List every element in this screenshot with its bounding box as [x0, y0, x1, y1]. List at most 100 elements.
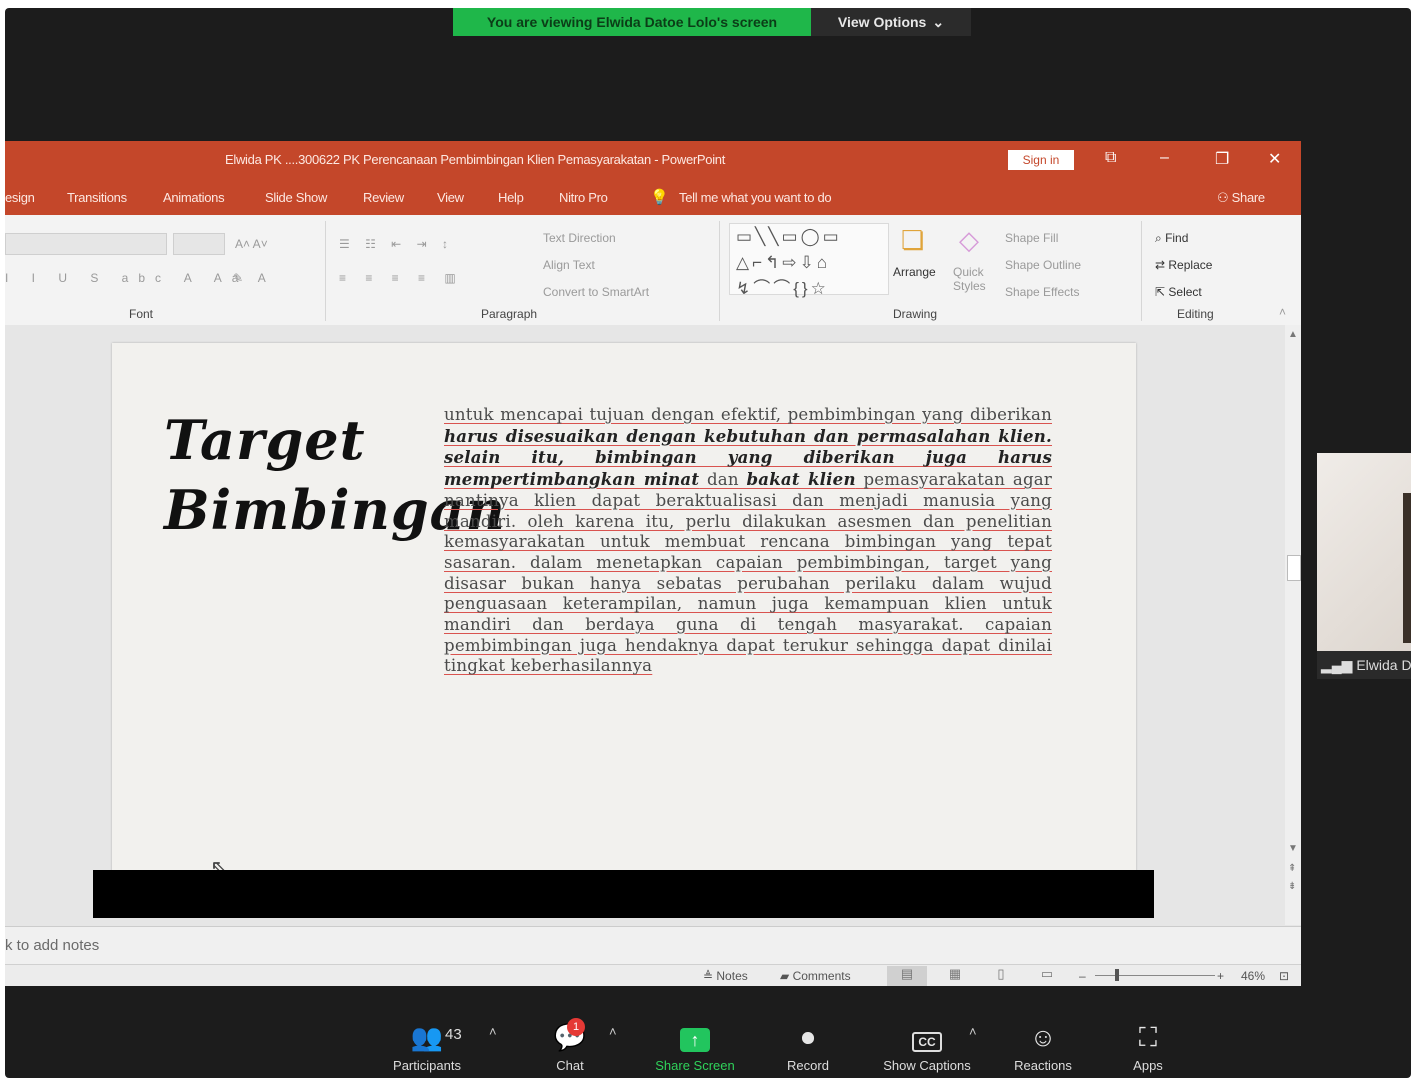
- sign-in-button[interactable]: Sign in: [1008, 150, 1074, 170]
- tell-me-search[interactable]: Tell me what you want to do: [679, 190, 832, 205]
- body-text-segment: dan: [699, 470, 747, 490]
- bullets-icon[interactable]: ☰ ☷ ⇤ ⇥ ↕: [339, 237, 454, 251]
- align-text-button[interactable]: Align Text: [543, 258, 595, 272]
- slide-title[interactable]: Target Bimbingan: [164, 405, 506, 545]
- ribbon-display-icon[interactable]: ⧉: [1105, 149, 1116, 167]
- chat-caret-icon[interactable]: ˄: [609, 1024, 617, 1039]
- zoom-window: You are viewing Elwida Datoe Lolo's scre…: [5, 8, 1411, 1078]
- slide-body-text[interactable]: untuk mencapai tujuan dengan efektif, pe…: [444, 405, 1052, 677]
- zoom-meeting-toolbar: 👥 43 Participants ˄ 💬 1 Chat ˄ ↑ Share S…: [5, 1016, 1411, 1078]
- zoom-level[interactable]: 46%: [1241, 969, 1265, 983]
- reactions-label: Reactions: [1014, 1058, 1072, 1073]
- reading-view-icon[interactable]: ▯: [981, 966, 1021, 986]
- share-label: Share: [1231, 190, 1266, 205]
- quick-styles-button[interactable]: Quick Styles: [953, 265, 993, 293]
- participant-video-thumbnail[interactable]: ▂▄▆ Elwida D: [1317, 453, 1411, 679]
- captions-icon: CC: [871, 1022, 983, 1054]
- tab-help[interactable]: Help: [498, 190, 524, 205]
- comments-button[interactable]: ▰ Comments: [780, 969, 851, 983]
- lightbulb-icon: 💡: [650, 189, 669, 206]
- title-bar: Elwida PK ....300622 PK Perencanaan Pemb…: [5, 141, 1301, 179]
- view-options-button[interactable]: View Options ⌄: [811, 8, 971, 36]
- scroll-down-icon[interactable]: ▼: [1288, 843, 1298, 854]
- record-button[interactable]: ⏺ Record: [773, 1022, 843, 1073]
- apps-label: Apps: [1133, 1058, 1163, 1073]
- font-color-icon[interactable]: ✎ A: [233, 271, 272, 285]
- shape-effects-button[interactable]: Shape Effects: [1005, 285, 1080, 299]
- slide-canvas[interactable]: Target Bimbingan untuk mencapai tujuan d…: [112, 343, 1136, 877]
- powerpoint-window: Elwida PK ....300622 PK Perencanaan Pemb…: [5, 141, 1301, 986]
- show-captions-button[interactable]: CC Show Captions: [871, 1022, 983, 1073]
- apps-icon: ⛶: [1138, 1022, 1158, 1052]
- collapse-ribbon-icon[interactable]: ˄: [1279, 305, 1286, 319]
- fit-to-window-icon[interactable]: ⊡: [1279, 969, 1289, 983]
- ribbon-separator: [1141, 221, 1142, 321]
- chat-button[interactable]: 💬 1 Chat: [541, 1018, 599, 1073]
- slide-title-line-2: Bimbingan: [164, 478, 506, 542]
- shape-fill-button[interactable]: Shape Fill: [1005, 231, 1058, 245]
- slideshow-view-icon[interactable]: ▭: [1027, 966, 1067, 986]
- zoom-out-icon[interactable]: –: [1079, 969, 1086, 983]
- tab-transitions[interactable]: Transitions: [67, 190, 127, 205]
- slide-workspace: Target Bimbingan untuk mencapai tujuan d…: [5, 325, 1285, 887]
- black-bar: [93, 870, 1154, 918]
- quick-styles-icon: ◇: [959, 225, 979, 255]
- tab-review[interactable]: Review: [363, 190, 404, 205]
- screen-share-banner: You are viewing Elwida Datoe Lolo's scre…: [453, 8, 811, 36]
- show-captions-label: Show Captions: [883, 1058, 971, 1073]
- tab-animations[interactable]: Animations: [163, 190, 225, 205]
- align-icons[interactable]: ≡ ≡ ≡ ≡ ▥: [339, 271, 464, 285]
- notes-button[interactable]: ≜ Notes: [703, 969, 748, 983]
- replace-label: Replace: [1168, 258, 1213, 272]
- window-title: Elwida PK ....300622 PK Perencanaan Pemb…: [225, 152, 726, 167]
- zoom-slider[interactable]: [1095, 975, 1215, 976]
- replace-button[interactable]: ⇄ Replace: [1155, 258, 1212, 272]
- apps-button[interactable]: ⛶ Apps: [1123, 1022, 1173, 1073]
- signal-icon: ▂▄▆: [1321, 657, 1357, 673]
- ribbon: A˄ A˅ I I U S abc A Aa ✎ A Font ☰ ☷ ⇤ ⇥ …: [5, 215, 1301, 326]
- find-button[interactable]: ⌕ Find: [1155, 231, 1188, 246]
- participants-icon: 👥: [410, 1022, 444, 1052]
- tab-nitro-pro[interactable]: Nitro Pro: [559, 190, 608, 205]
- font-name-box[interactable]: [5, 233, 167, 255]
- chat-label: Chat: [556, 1058, 584, 1073]
- select-button[interactable]: ⇱ Select: [1155, 285, 1202, 299]
- reactions-button[interactable]: ☺ Reactions: [1005, 1022, 1081, 1073]
- select-label: Select: [1168, 285, 1202, 299]
- scrollbar-thumb[interactable]: [1287, 555, 1301, 581]
- notes-pane[interactable]: k to add notes: [5, 926, 1301, 965]
- scroll-up-icon[interactable]: ▲: [1288, 329, 1298, 340]
- font-size-box[interactable]: [173, 233, 225, 255]
- next-slide-icon[interactable]: ⇟: [1288, 881, 1296, 892]
- arrange-button[interactable]: Arrange: [893, 265, 936, 279]
- vertical-scrollbar[interactable]: ▲ ▼ ⇞ ⇟: [1285, 325, 1301, 925]
- participants-button[interactable]: 👥 43 Participants: [377, 1022, 477, 1073]
- font-grow-icon[interactable]: A˄ A˅: [235, 237, 268, 251]
- participants-caret-icon[interactable]: ˄: [489, 1024, 497, 1039]
- text-direction-button[interactable]: Text Direction: [543, 231, 616, 245]
- shapes-gallery[interactable]: ▭╲╲▭◯▭ △⌐↰⇨⇩⌂ ↯⌒⌒{}☆: [729, 223, 889, 298]
- minimize-icon[interactable]: –: [1160, 149, 1169, 167]
- tab-view[interactable]: View: [437, 190, 464, 205]
- participants-label: Participants: [393, 1058, 461, 1073]
- video-feed: [1317, 453, 1411, 651]
- zoom-slider-knob[interactable]: [1115, 969, 1119, 981]
- shape-outline-button[interactable]: Shape Outline: [1005, 258, 1081, 272]
- convert-smartart-button[interactable]: Convert to SmartArt: [543, 285, 649, 299]
- normal-view-icon[interactable]: ▤: [887, 966, 927, 986]
- notes-label: Notes: [716, 969, 748, 983]
- share-screen-button[interactable]: ↑ Share Screen: [635, 1022, 755, 1073]
- zoom-in-icon[interactable]: +: [1217, 969, 1224, 983]
- ribbon-separator: [719, 221, 720, 321]
- prev-slide-icon[interactable]: ⇞: [1288, 863, 1296, 874]
- share-button[interactable]: ⚇ Share: [1217, 190, 1265, 206]
- font-format-icons[interactable]: I I U S abc A Aa: [5, 271, 248, 285]
- pointer-icon: ⇱: [1155, 285, 1169, 299]
- slide-sorter-icon[interactable]: ▦: [935, 966, 975, 986]
- close-icon[interactable]: ✕: [1268, 149, 1281, 169]
- tab-design[interactable]: esign: [5, 190, 35, 205]
- captions-caret-icon[interactable]: ˄: [969, 1024, 977, 1039]
- person-icon: ⚇: [1217, 190, 1232, 205]
- restore-icon[interactable]: ❐: [1215, 149, 1229, 169]
- tab-slide-show[interactable]: Slide Show: [265, 190, 327, 205]
